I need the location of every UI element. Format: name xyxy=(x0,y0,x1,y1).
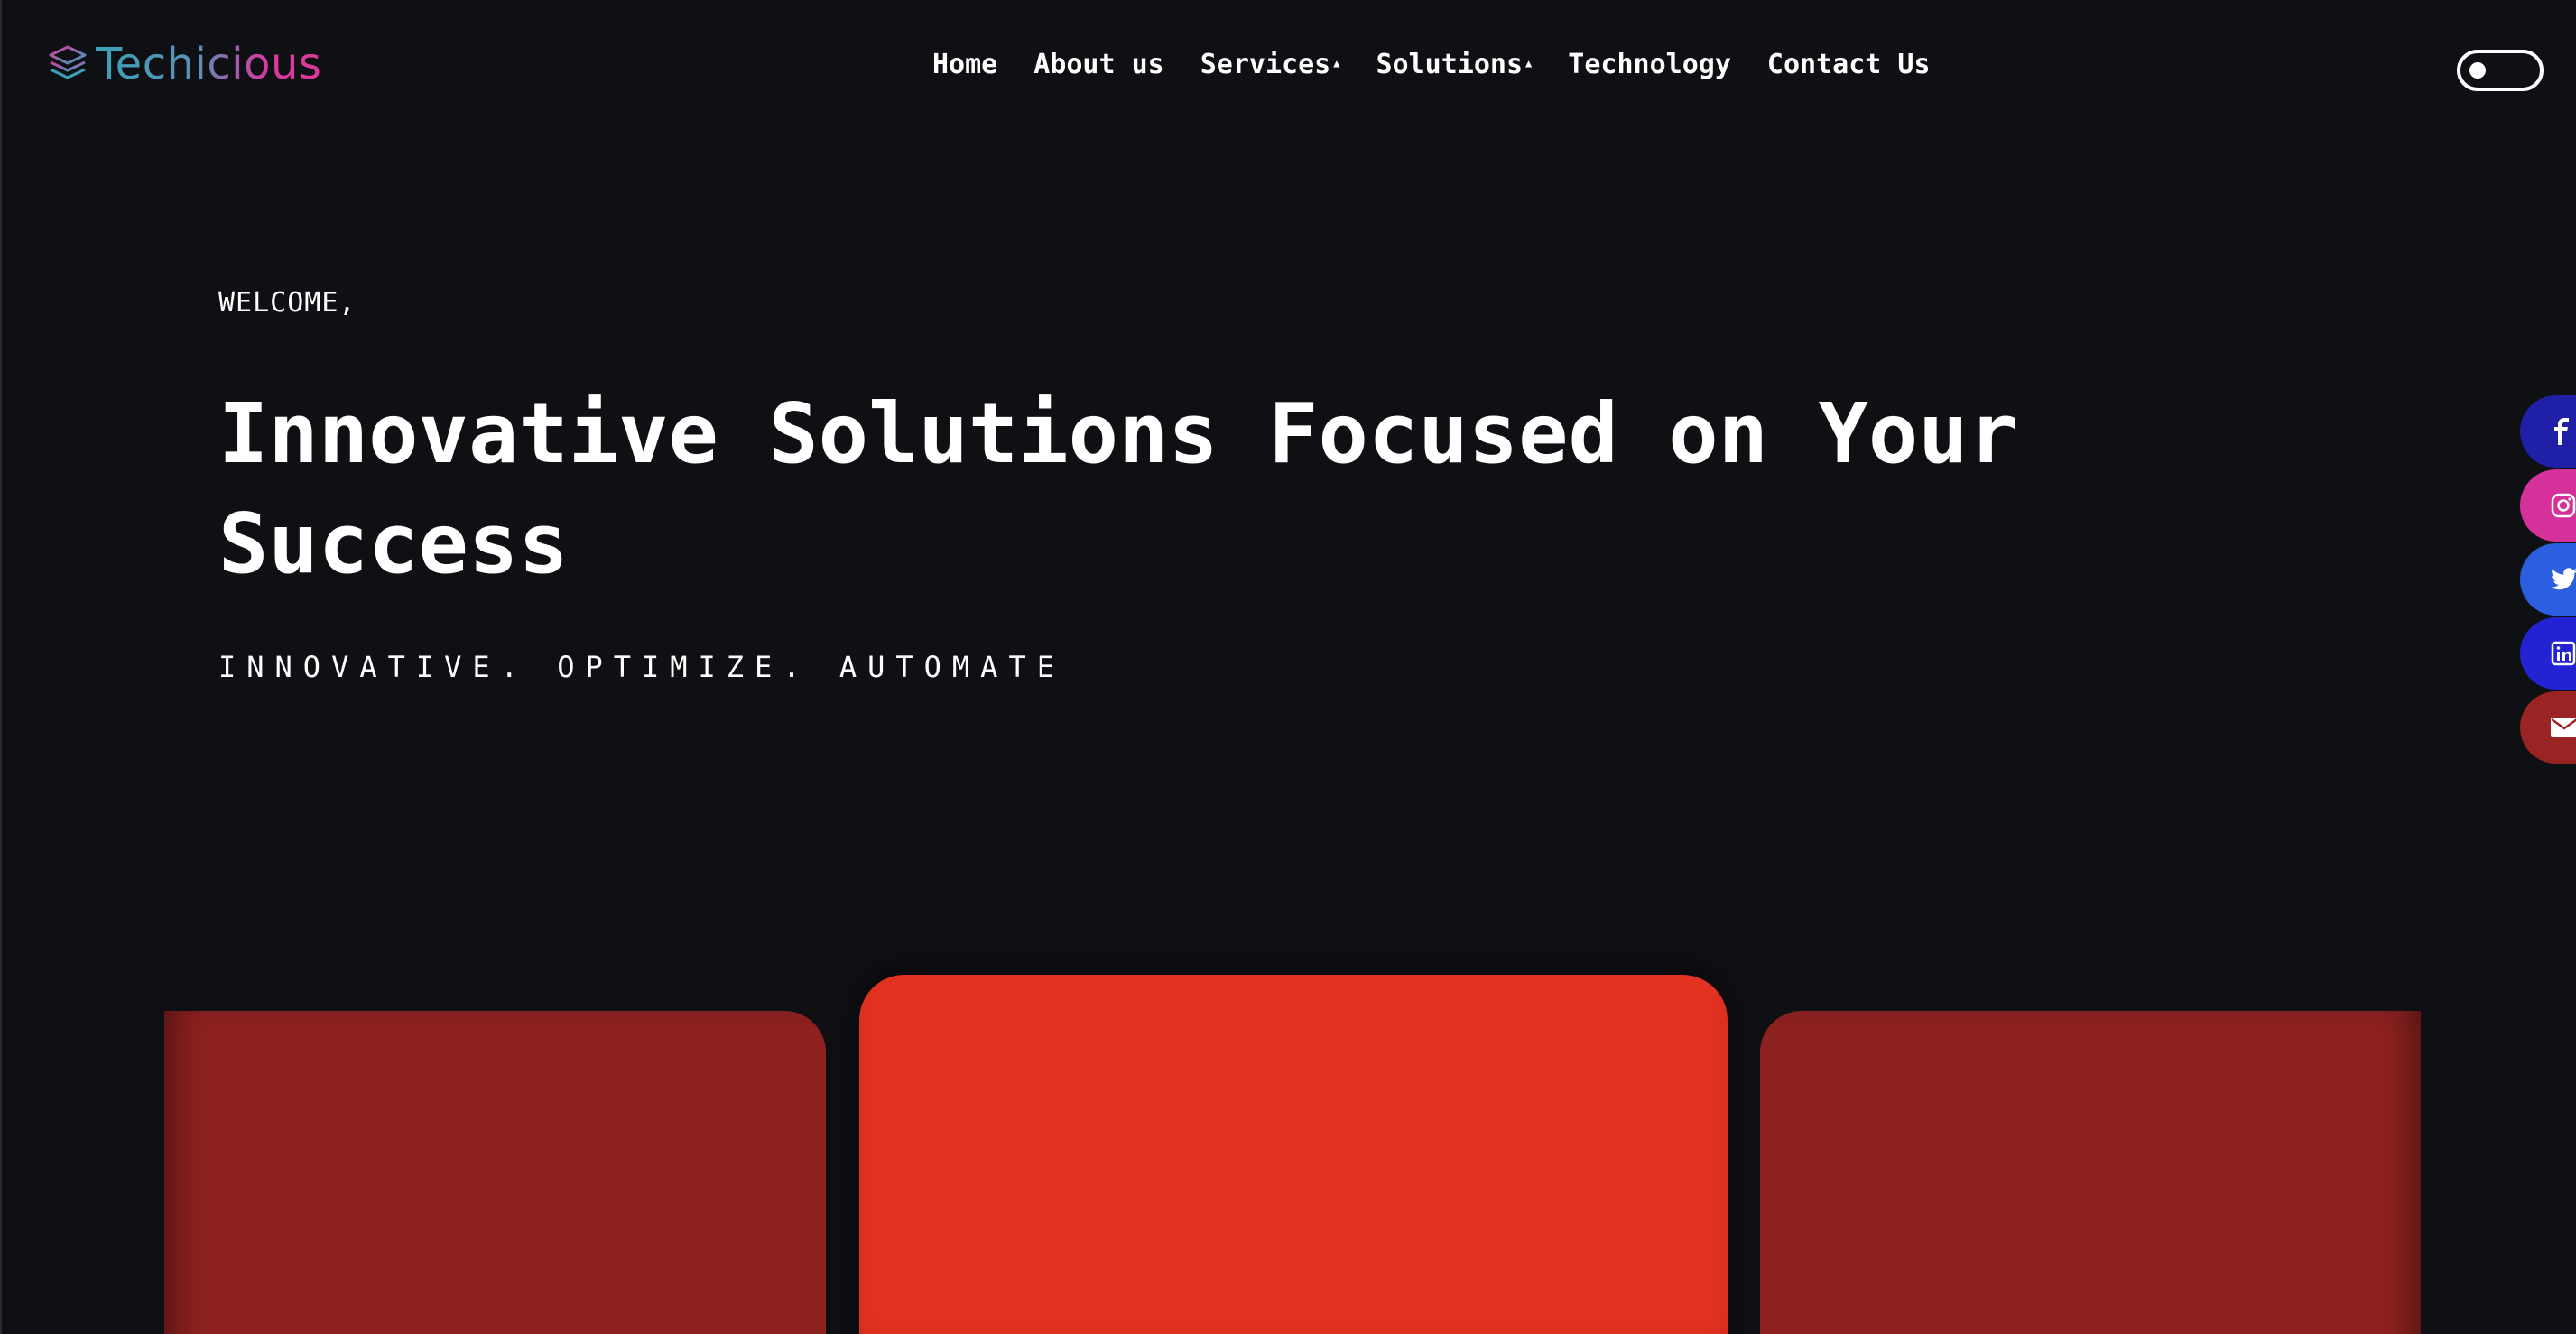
hero-tagline: INNOVATIVE. OPTIMIZE. AUTOMATE xyxy=(218,650,1065,684)
nav-services[interactable]: Services ▲ xyxy=(1200,49,1340,80)
linkedin-button[interactable] xyxy=(2520,617,2576,690)
facebook-icon xyxy=(2551,418,2572,445)
email-button[interactable] xyxy=(2520,691,2576,764)
twitter-button[interactable] xyxy=(2520,543,2576,616)
hero-title-line2: Success xyxy=(218,496,569,592)
instagram-button[interactable] xyxy=(2520,469,2576,542)
layers-icon xyxy=(47,43,88,85)
caret-up-icon: ▲ xyxy=(1525,56,1533,69)
nav-contact-us-label: Contact Us xyxy=(1766,48,1931,80)
nav-home-label: Home xyxy=(932,48,998,80)
linkedin-icon xyxy=(2551,641,2576,666)
nav-technology-label: Technology xyxy=(1568,48,1731,80)
nav-solutions-label: Solutions xyxy=(1376,48,1524,80)
twitter-icon xyxy=(2551,568,2576,591)
hero-title: Innovative Solutions Focused on Your Suc… xyxy=(218,379,2204,599)
nav-contact-us[interactable]: Contact Us xyxy=(1767,49,1931,80)
toggle-knob xyxy=(2469,62,2486,79)
envelope-icon xyxy=(2551,718,2576,737)
brand-name: Techicious xyxy=(96,39,322,89)
nav-solutions[interactable]: Solutions ▲ xyxy=(1376,49,1532,80)
hero-title-line1: Innovative Solutions Focused on Your xyxy=(218,385,2018,482)
nav-services-label: Services xyxy=(1200,48,1331,80)
welcome-text: WELCOME, xyxy=(218,287,357,319)
card-right[interactable] xyxy=(1760,1011,2421,1334)
nav-about-us-label: About us xyxy=(1033,48,1164,80)
nav-home[interactable]: Home xyxy=(932,49,997,80)
page: Techicious Home About us Services ▲ Solu… xyxy=(0,0,2576,1334)
nav-about-us[interactable]: About us xyxy=(1033,49,1164,80)
main-nav: Home About us Services ▲ Solutions ▲ Tec… xyxy=(932,43,1931,85)
instagram-icon xyxy=(2551,493,2576,518)
nav-technology[interactable]: Technology xyxy=(1568,49,1731,80)
card-left[interactable] xyxy=(164,1011,826,1334)
facebook-button[interactable] xyxy=(2520,395,2576,468)
caret-up-icon: ▲ xyxy=(1333,56,1340,69)
card-center[interactable] xyxy=(859,975,1728,1334)
brand-logo[interactable]: Techicious xyxy=(47,36,321,92)
theme-toggle[interactable] xyxy=(2457,50,2544,91)
